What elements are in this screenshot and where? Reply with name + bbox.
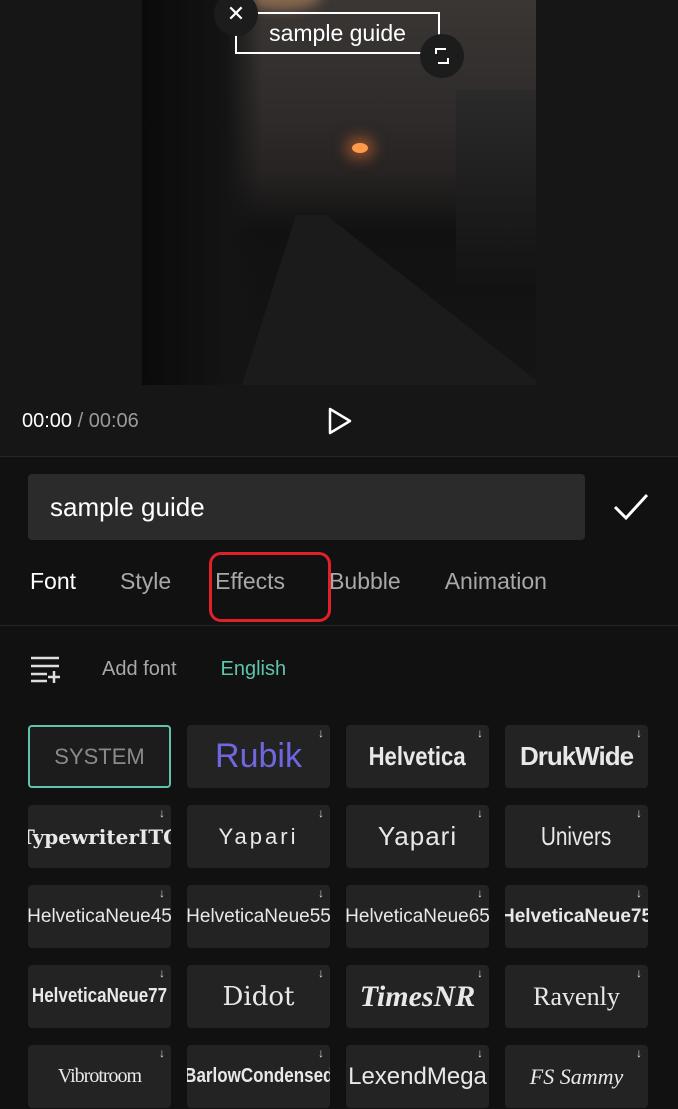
font-tile[interactable]: TimesNR ↓ (346, 965, 489, 1028)
font-name: Helvetica (368, 741, 467, 771)
divider (0, 625, 678, 626)
current-time: 00:00 (22, 410, 73, 432)
download-icon: ↓ (159, 966, 165, 980)
download-icon: ↓ (477, 726, 483, 740)
total-time: 00:06 (88, 410, 139, 432)
font-name: Yapari (218, 823, 299, 849)
font-name: BarlowCondensed (187, 1065, 330, 1087)
font-manage-icon[interactable] (30, 655, 62, 683)
video-frame[interactable] (142, 0, 536, 385)
font-name: Didot (222, 981, 295, 1012)
close-icon: ✕ (226, 1, 246, 26)
font-tile[interactable]: HelveticaNeue75 ↓ (505, 885, 648, 948)
sun (352, 143, 368, 153)
font-toolbar: Add font English (30, 655, 286, 683)
font-name: Yapari (377, 821, 458, 851)
text-overlay-box[interactable]: sample guide (235, 12, 440, 54)
font-tile[interactable]: HelveticaNeue55 ↓ (187, 885, 330, 948)
download-icon: ↓ (636, 886, 642, 900)
font-tile[interactable]: DrukWide ↓ (505, 725, 648, 788)
font-name: SYSTEM (54, 743, 145, 769)
download-icon: ↓ (636, 726, 642, 740)
rotate-scale-button[interactable] (420, 34, 464, 78)
time-separator: / (77, 410, 84, 432)
download-icon: ↓ (159, 886, 165, 900)
video-preview-area: sample guide ✕ 00:00 / 00:06 (0, 0, 678, 456)
font-tile[interactable]: TypewriterITC ↓ (28, 805, 171, 868)
overlay-text: sample guide (269, 19, 406, 46)
font-tile[interactable]: BarlowCondensed ↓ (187, 1045, 330, 1108)
font-name: HelveticaNeue45 (28, 905, 171, 927)
rotate-icon (435, 48, 449, 64)
font-tile[interactable]: HelveticaNeue65 ↓ (346, 885, 489, 948)
font-tile[interactable]: Yapari ↓ (346, 805, 489, 868)
font-tile[interactable]: Rubik ↓ (187, 725, 330, 788)
font-tile[interactable]: HelveticaNeue77 ↓ (28, 965, 171, 1028)
language-filter-english[interactable]: English (221, 658, 287, 681)
download-icon: ↓ (318, 886, 324, 900)
font-name: HelveticaNeue55 (187, 905, 330, 927)
font-name: LexendMega (348, 1062, 487, 1090)
font-tile[interactable]: Yapari ↓ (187, 805, 330, 868)
download-icon: ↓ (477, 966, 483, 980)
add-font-button[interactable]: Add font (102, 658, 177, 681)
font-grid: SYSTEM Rubik↓ Helvetica↓ DrukWide↓ Typew… (28, 725, 648, 1108)
font-tile[interactable]: FS Sammy ↓ (505, 1045, 648, 1108)
font-name: TimesNR (359, 979, 476, 1013)
font-name: HelveticaNeue77 (31, 985, 168, 1007)
tab-animation[interactable]: Animation (445, 568, 547, 595)
tab-style[interactable]: Style (120, 568, 171, 595)
download-icon: ↓ (636, 1046, 642, 1060)
font-tile[interactable]: Univers ↓ (505, 805, 648, 868)
tab-font[interactable]: Font (30, 568, 76, 595)
trees-silhouette (142, 0, 262, 385)
confirm-button[interactable] (612, 492, 650, 527)
font-name: HelveticaNeue75 (505, 905, 648, 927)
font-name: DrukWide (519, 741, 634, 771)
download-icon: ↓ (159, 1046, 165, 1060)
download-icon: ↓ (318, 806, 324, 820)
download-icon: ↓ (318, 966, 324, 980)
playback-time: 00:00 / 00:06 (22, 410, 139, 433)
download-icon: ↓ (636, 806, 642, 820)
font-name: HelveticaNeue65 (346, 905, 489, 927)
font-name: FS Sammy (529, 1063, 624, 1089)
download-icon: ↓ (636, 966, 642, 980)
font-name: Univers (541, 821, 612, 851)
download-icon: ↓ (477, 1046, 483, 1060)
font-tile[interactable]: Helvetica ↓ (346, 725, 489, 788)
text-input[interactable] (28, 474, 585, 540)
download-icon: ↓ (318, 726, 324, 740)
check-icon (613, 493, 649, 521)
divider (0, 456, 678, 457)
play-button[interactable] (327, 407, 353, 440)
font-tile[interactable]: LexendMega ↓ (346, 1045, 489, 1108)
download-icon: ↓ (477, 806, 483, 820)
building-silhouette (456, 90, 536, 290)
download-icon: ↓ (159, 806, 165, 820)
download-icon: ↓ (477, 886, 483, 900)
font-tile[interactable]: Ravenly ↓ (505, 965, 648, 1028)
font-tile[interactable]: Vibrotroom ↓ (28, 1045, 171, 1108)
font-name: Ravenly (533, 981, 620, 1011)
font-name: TypewriterITC (28, 824, 171, 849)
tab-bubble[interactable]: Bubble (329, 568, 401, 595)
font-name: Vibrotroom (57, 1065, 142, 1087)
font-tile[interactable]: Didot ↓ (187, 965, 330, 1028)
download-icon: ↓ (318, 1046, 324, 1060)
play-icon (328, 407, 352, 435)
effects-highlight-annotation (209, 552, 331, 622)
font-tile-system[interactable]: SYSTEM (28, 725, 171, 788)
font-tile[interactable]: HelveticaNeue45 ↓ (28, 885, 171, 948)
font-name: Rubik (215, 737, 302, 775)
